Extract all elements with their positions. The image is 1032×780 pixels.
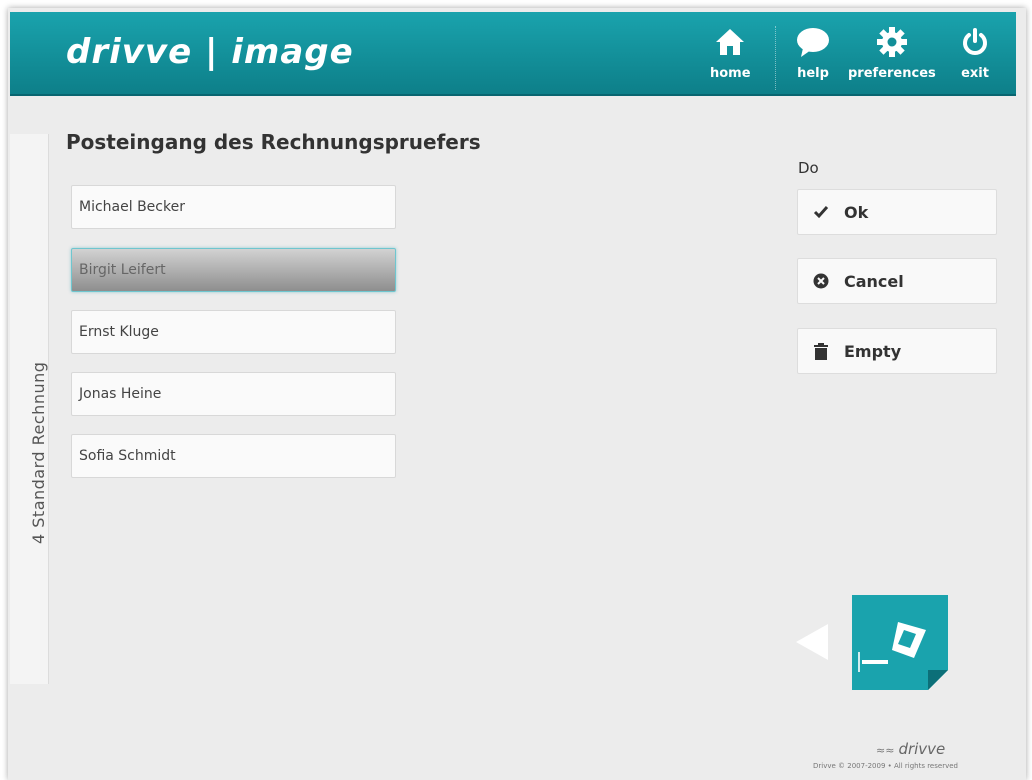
home-icon <box>715 22 745 62</box>
nav-exit-button[interactable]: exit <box>960 22 990 90</box>
recipient-item[interactable]: Michael Becker <box>71 185 396 229</box>
copyright-text: Drivve © 2007-2009 • All rights reserved <box>813 762 958 770</box>
power-icon <box>960 22 990 62</box>
empty-button[interactable]: Empty <box>797 328 997 374</box>
cancel-circle-icon <box>812 273 830 289</box>
app-header: drivve | image home help preferences exi… <box>10 12 1016 96</box>
actions-heading: Do <box>798 159 819 177</box>
nav-help-label: help <box>797 66 829 81</box>
nav-divider <box>775 26 776 90</box>
footer-logo-text: drivve <box>898 740 946 758</box>
nav-preferences-button[interactable]: preferences <box>848 22 936 90</box>
page-title: Posteingang des Rechnungspruefers <box>66 130 481 154</box>
speech-bubble-icon <box>795 22 831 62</box>
edit-document-icon[interactable] <box>848 592 952 696</box>
recipient-name: Michael Becker <box>79 199 185 215</box>
app-logo: drivve | image <box>66 32 354 72</box>
nav-home-label: home <box>710 66 751 81</box>
recipient-item-selected[interactable]: Birgit Leifert <box>71 248 396 292</box>
ok-button[interactable]: Ok <box>797 189 997 235</box>
recipient-name: Ernst Kluge <box>79 324 159 340</box>
cancel-button[interactable]: Cancel <box>797 258 997 304</box>
recipient-name: Jonas Heine <box>79 386 162 402</box>
recipient-name: Sofia Schmidt <box>79 448 176 464</box>
cancel-button-label: Cancel <box>844 271 904 291</box>
nav-preferences-label: preferences <box>848 66 936 81</box>
side-tab-workflow[interactable]: 4 Standard Rechnung <box>10 134 49 684</box>
swoosh-icon: ≈≈ <box>876 744 895 757</box>
recipient-item[interactable]: Jonas Heine <box>71 372 396 416</box>
footer-logo: ≈≈ drivve <box>876 740 945 758</box>
nav-home-button[interactable]: home <box>710 22 751 90</box>
gear-icon <box>876 22 908 62</box>
trash-icon <box>812 342 830 360</box>
checkmark-icon <box>812 205 830 219</box>
ok-button-label: Ok <box>844 202 869 222</box>
nav-help-button[interactable]: help <box>795 22 831 90</box>
nav-exit-label: exit <box>961 66 989 81</box>
empty-button-label: Empty <box>844 341 902 361</box>
back-arrow-icon[interactable] <box>796 624 828 660</box>
recipient-name: Birgit Leifert <box>79 262 166 278</box>
recipient-item[interactable]: Ernst Kluge <box>71 310 396 354</box>
side-tab-label: 4 Standard Rechnung <box>29 361 48 544</box>
recipient-item[interactable]: Sofia Schmidt <box>71 434 396 478</box>
